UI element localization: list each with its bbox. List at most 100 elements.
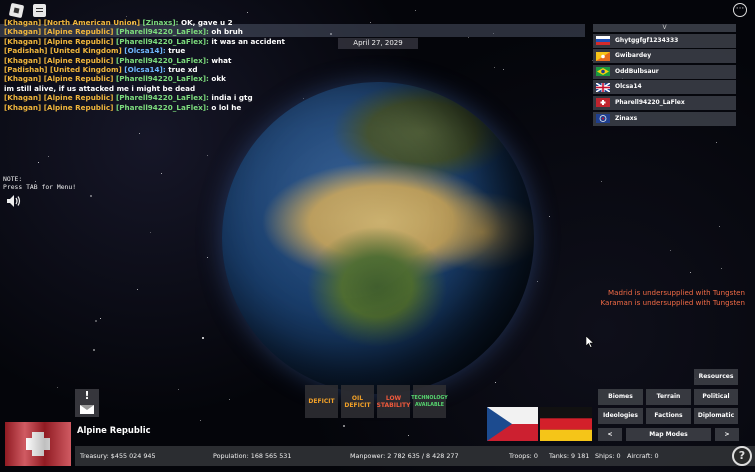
star	[495, 382, 496, 383]
chat-toggle-icon[interactable]	[33, 4, 46, 17]
mouse-cursor-icon	[586, 336, 594, 348]
chat-role-tag: [Khagan] [Alpine Republic]	[4, 55, 116, 65]
chat-player-name[interactable]: [Pharell94220_LaFlex]:	[116, 74, 209, 83]
star	[95, 320, 97, 322]
chat-player-name[interactable]: [Pharell94220_LaFlex]:	[116, 56, 209, 65]
chat-player-name[interactable]: [Pharell94220_LaFlex]:	[116, 37, 209, 46]
resources-button[interactable]: Resources	[694, 369, 738, 385]
manpower-stat: Manpower: 2 782 635 / 8 428 277	[350, 452, 459, 460]
star	[601, 181, 602, 182]
chat-role-tag: [Khagan] [Alpine Republic]	[4, 93, 116, 103]
chat-text: it was an accident	[208, 36, 285, 46]
terrain-button[interactable]: Terrain	[646, 389, 691, 405]
star	[207, 155, 208, 156]
help-button[interactable]: ?	[732, 446, 752, 466]
chat-player-name[interactable]: [Pharell94220_LaFlex]:	[116, 93, 209, 102]
flag-czech-republic[interactable]	[487, 407, 538, 441]
map-mode-prev-button[interactable]: <	[598, 428, 622, 441]
star	[468, 37, 469, 38]
speaker-icon[interactable]	[7, 195, 21, 207]
player-flag-alpine-republic	[596, 98, 610, 108]
chat-text: oh bruh	[208, 27, 243, 37]
chat-role-tag: [Khagan] [Alpine Republic]	[4, 74, 116, 84]
chat-message: [Padishah] [United Kingdom] [Olcsa14]: t…	[4, 65, 244, 74]
player-row[interactable]: Pharell94220_LaFlex	[593, 95, 736, 110]
star	[537, 281, 538, 282]
biomes-button[interactable]: Biomes	[598, 389, 643, 405]
diplomatic-button[interactable]: Diplomatic	[694, 408, 738, 424]
star	[90, 195, 92, 197]
chat-player-name[interactable]: [Olcsa14]:	[124, 65, 165, 74]
player-name: Zinaxs	[615, 114, 638, 122]
aircraft-stat: Aircraft: 0	[627, 452, 659, 460]
star	[57, 387, 58, 388]
star	[229, 399, 230, 400]
player-list-toggle[interactable]: V	[593, 24, 736, 32]
player-flag-united-kingdom	[596, 82, 610, 92]
chat-message: [Khagan] [Alpine Republic] [Pharell94220…	[4, 93, 253, 103]
ideologies-button[interactable]: Ideologies	[598, 408, 643, 424]
player-row[interactable]: Zinaxs	[593, 111, 736, 126]
roblox-menu-icon[interactable]	[8, 2, 25, 19]
globe-shading	[222, 82, 534, 394]
chat-text: o lol he	[208, 102, 242, 112]
population-stat: Population: 168 565 531	[213, 452, 292, 460]
country-name: Alpine Republic	[77, 425, 151, 435]
star	[161, 173, 162, 174]
chat-text: OK, gave u 2	[178, 18, 233, 27]
star	[670, 250, 671, 251]
star	[690, 272, 691, 273]
deficit-alert-button[interactable]: DEFICIT	[305, 385, 338, 418]
player-row[interactable]: Gwibardey	[593, 49, 736, 64]
star	[150, 232, 151, 233]
ships-stat: Ships: 0	[595, 452, 621, 460]
chat-message: [Padishah] [United Kingdom] [Olcsa14]: t…	[4, 46, 244, 55]
factions-button[interactable]: Factions	[646, 408, 691, 424]
technology-available-button[interactable]: TECHNOLOGY AVAILABLE	[411, 385, 448, 418]
player-name: Ghytggfgf1234333	[615, 36, 679, 44]
tanks-stat: Tanks: 9 181	[549, 452, 590, 460]
chat-player-name[interactable]: [Zinaxs]:	[142, 18, 178, 27]
star	[93, 349, 95, 351]
troops-stat: Troops: 0	[509, 452, 538, 460]
oil-deficit-alert-button[interactable]: OIL DEFICIT	[341, 385, 374, 418]
star	[126, 16, 127, 17]
map-modes-button[interactable]: Map Modes	[626, 428, 711, 441]
player-list: V Ghytggfgf1234333 Gwibardey OddBulbsaur Ol…	[593, 24, 736, 126]
more-options-button[interactable]: ···	[733, 3, 747, 17]
star	[139, 133, 140, 134]
chat-message: [Khagan] [North American Union] [Zinaxs]…	[4, 18, 244, 27]
player-row[interactable]: OddBulbsaur	[593, 64, 736, 79]
chat-role-tag: [Padishah] [United Kingdom]	[4, 46, 125, 56]
chat-message: [Khagan] [Alpine Republic] [Pharell94220…	[4, 37, 285, 46]
star	[202, 337, 204, 339]
low-stability-alert-button[interactable]: LOW STABILITY	[377, 385, 410, 418]
stats-bar: Treasury: $455 024 945 Population: 168 5…	[75, 446, 755, 466]
chat-player-name[interactable]: [Olcsa14]:	[124, 46, 165, 55]
chat-message: [Khagan] [Alpine Republic] [Pharell94220…	[4, 74, 229, 93]
chat-message: [Khagan] [Alpine Republic] [Pharell94220…	[4, 27, 244, 36]
country-flag-alpine-republic[interactable]	[5, 422, 71, 466]
notifications: Madrid is undersupplied with Tungsten Ka…	[601, 288, 746, 308]
star	[721, 268, 722, 269]
star	[549, 216, 550, 217]
star	[370, 22, 371, 23]
star	[719, 226, 720, 227]
chat-role-tag: [Khagan] [Alpine Republic]	[4, 102, 116, 112]
map-mode-next-button[interactable]: >	[715, 428, 739, 441]
player-name: OddBulbsaur	[615, 67, 659, 75]
player-row[interactable]: Ghytggfgf1234333	[593, 33, 736, 48]
chat-message: [Khagan] [Alpine Republic] [Pharell94220…	[4, 56, 244, 65]
star	[207, 257, 208, 258]
mail-button[interactable]: !	[75, 389, 99, 417]
chat-player-name[interactable]: [Pharell94220_LaFlex]:	[116, 27, 209, 36]
flag-germany[interactable]	[540, 407, 592, 441]
political-button[interactable]: Political	[694, 389, 738, 405]
star	[38, 162, 39, 163]
chat-player-name[interactable]: [Pharell94220_LaFlex]:	[116, 103, 209, 112]
player-flag-bhutan	[596, 51, 610, 61]
player-row[interactable]: Olcsa14	[593, 80, 736, 95]
player-flag-brazil	[596, 67, 610, 77]
chat-text: what	[208, 55, 232, 65]
chat-role-tag: [Khagan] [Alpine Republic]	[4, 27, 116, 37]
